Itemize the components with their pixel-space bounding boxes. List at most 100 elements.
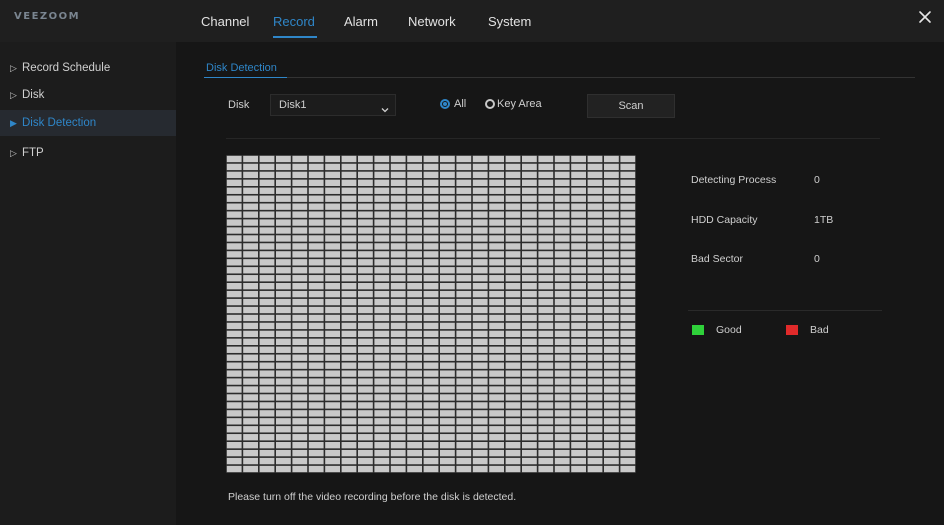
sector-cell (308, 410, 324, 417)
sector-cell (374, 187, 390, 194)
sector-cell (374, 418, 390, 425)
sector-cell (390, 330, 406, 338)
sector-cell (292, 251, 308, 258)
sector-cell (390, 457, 406, 465)
nav-tab-channel[interactable]: Channel (201, 14, 249, 29)
sector-cell (620, 219, 636, 226)
sector-cell (472, 259, 488, 266)
nav-tab-system[interactable]: System (488, 14, 531, 29)
sector-cell (243, 163, 258, 171)
sector-cell (308, 187, 324, 194)
nav-tab-network[interactable]: Network (408, 14, 456, 29)
sector-cell (407, 330, 422, 338)
sector-cell (390, 410, 406, 417)
detecting-process-value: 0 (814, 174, 820, 186)
sector-cell (292, 378, 308, 385)
sector-cell (308, 283, 324, 290)
sector-cell (423, 354, 439, 361)
sector-cell (308, 338, 324, 345)
sector-cell (407, 259, 422, 266)
scan-button[interactable]: Scan (587, 94, 675, 118)
sector-cell (522, 306, 537, 314)
sector-cell (522, 346, 537, 353)
nav-tab-alarm[interactable]: Alarm (344, 14, 378, 29)
sector-cell (456, 306, 472, 314)
sector-cell (505, 219, 521, 226)
sector-cell (407, 203, 422, 210)
sector-cell (407, 290, 422, 298)
bad-sector-value: 0 (814, 253, 820, 265)
sector-cell (226, 457, 242, 465)
sector-cell (522, 203, 537, 210)
sector-cell (489, 187, 504, 194)
sector-cell (522, 267, 537, 274)
legend-good-swatch (692, 325, 704, 335)
sector-cell (276, 211, 291, 218)
sector-cell (276, 251, 291, 258)
sector-cell (522, 235, 537, 242)
sector-cell (587, 235, 603, 242)
sector-cell (554, 259, 570, 266)
sector-cell (259, 290, 275, 298)
sector-cell (472, 275, 488, 282)
sector-cell (308, 290, 324, 298)
sector-cell (341, 362, 357, 369)
sidebar-item-record-schedule[interactable]: ▷ Record Schedule (0, 55, 176, 81)
sector-cell (554, 378, 570, 385)
sector-cell (472, 322, 488, 330)
sector-cell (259, 283, 275, 290)
sidebar-item-disk-detection[interactable]: ▶ Disk Detection (0, 110, 176, 136)
sector-cell (243, 243, 258, 250)
sector-cell (259, 426, 275, 433)
sector-cell (440, 163, 455, 171)
sector-cell (341, 434, 357, 441)
sector-cell (538, 155, 554, 163)
nav-tab-record[interactable]: Record (273, 14, 315, 29)
sector-cell (440, 457, 455, 465)
sector-cell (440, 465, 455, 473)
sector-cell (390, 354, 406, 361)
sector-cell (292, 418, 308, 425)
sector-cell (226, 283, 242, 290)
sector-cell (259, 418, 275, 425)
sector-cell (554, 298, 570, 306)
sector-cell (243, 227, 258, 234)
sidebar-item-ftp[interactable]: ▷ FTP (0, 140, 176, 166)
sector-cell (292, 457, 308, 465)
sector-cell (440, 219, 455, 226)
sector-cell (440, 306, 455, 314)
bad-sector-label: Bad Sector (691, 253, 743, 265)
subtab-divider (204, 77, 915, 78)
sector-cell (341, 354, 357, 361)
sector-cell (226, 314, 242, 322)
sidebar-item-disk[interactable]: ▷ Disk (0, 82, 176, 108)
sector-cell (390, 267, 406, 274)
close-icon[interactable] (918, 10, 932, 24)
sector-cell (440, 211, 455, 218)
sector-cell (407, 267, 422, 274)
sector-cell (505, 195, 521, 202)
sector-cell (505, 346, 521, 353)
sector-cell (390, 465, 406, 473)
tab-disk-detection[interactable]: Disk Detection (206, 62, 277, 74)
disk-select[interactable]: Disk1 (270, 94, 396, 116)
sector-cell (505, 426, 521, 433)
sector-cell (308, 370, 324, 377)
sector-cell (423, 275, 439, 282)
disk-detection-note: Please turn off the video recording befo… (228, 491, 517, 503)
sector-cell (620, 306, 636, 314)
sector-cell (243, 259, 258, 266)
sector-cell (505, 378, 521, 385)
sector-cell (554, 306, 570, 314)
sector-cell (358, 283, 373, 290)
sector-cell (358, 394, 373, 401)
sector-cell (259, 370, 275, 377)
disk-sector-grid (226, 155, 636, 473)
radio-all[interactable] (440, 99, 450, 109)
sector-cell (472, 465, 488, 473)
sector-cell (522, 290, 537, 298)
sector-cell (604, 434, 619, 441)
sector-cell (358, 322, 373, 330)
radio-key-area[interactable] (485, 99, 495, 109)
sector-cell (226, 163, 242, 171)
